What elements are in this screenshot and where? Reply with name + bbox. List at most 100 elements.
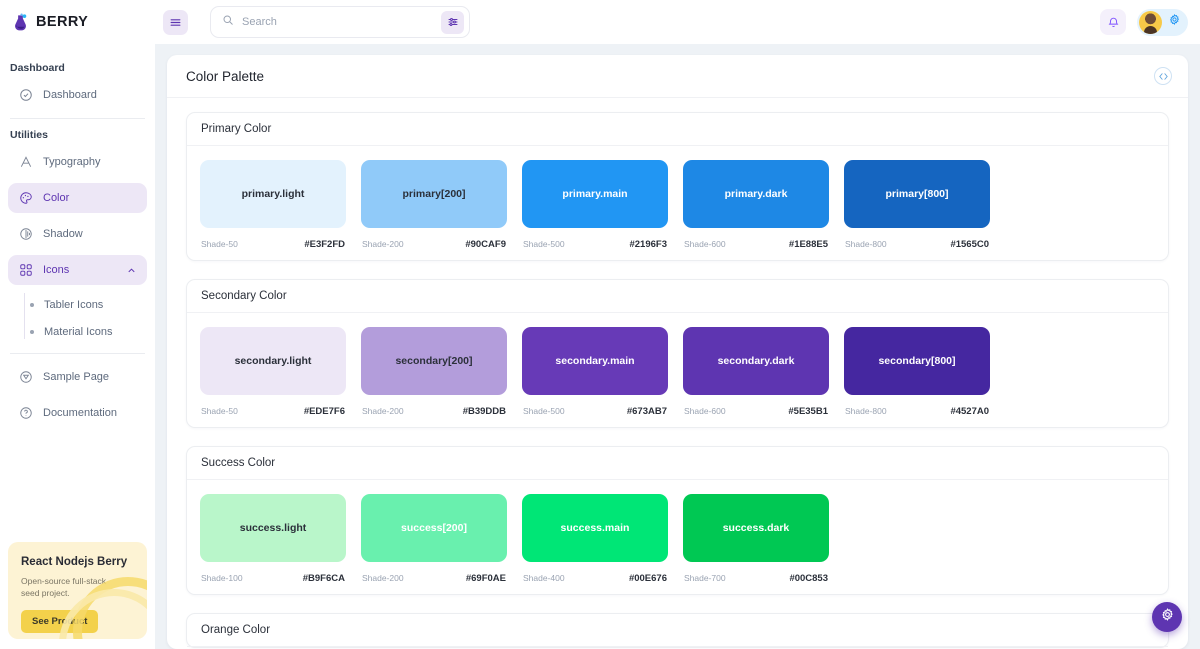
- swatch-shade-label: Shade-200: [362, 573, 404, 583]
- swatch-shade-label: Shade-800: [845, 239, 887, 249]
- chevron-up-icon[interactable]: [126, 265, 137, 276]
- swatch-hex-label: #E3F2FD: [304, 239, 345, 250]
- sidebar-item-icons[interactable]: Icons: [8, 255, 147, 285]
- swatch-item[interactable]: primary.light Shade-50 #E3F2FD: [200, 160, 346, 250]
- topbar: [155, 0, 1200, 44]
- sidebar-subitem-label: Material Icons: [44, 325, 113, 338]
- section-body: success.light Shade-100 #B9F6CA success[200…: [187, 480, 1168, 594]
- profile-chip[interactable]: [1137, 8, 1188, 36]
- swatch-item[interactable]: success[200] Shade-200 #69F0AE: [361, 494, 507, 584]
- swatch-item[interactable]: primary[800] Shade-800 #1565C0: [844, 160, 990, 250]
- swatch-color-box[interactable]: secondary.light: [200, 327, 346, 395]
- swatch-shade-label: Shade-100: [201, 573, 243, 583]
- sidebar-item-documentation[interactable]: Documentation: [8, 398, 147, 428]
- sidebar-item-label: Icons: [43, 264, 70, 276]
- nav-caption-utilities: Utilities: [10, 129, 48, 141]
- code-branch-icon[interactable]: [1154, 67, 1172, 85]
- bell-icon[interactable]: [1100, 9, 1126, 35]
- swatch-color-box[interactable]: success.light: [200, 494, 346, 562]
- sample-page-icon: [18, 370, 33, 385]
- sidebar-item-label: Shadow: [43, 228, 83, 240]
- swatch-shade-label: Shade-600: [684, 239, 726, 249]
- swatch-hex-label: #00C853: [789, 573, 828, 584]
- swatch-hex-label: #00E676: [628, 573, 667, 584]
- page-body: Primary Color primary.light Shade-50 #E3F2F…: [167, 98, 1188, 648]
- swatch-meta: Shade-400 #00E676: [522, 573, 668, 584]
- swatch-color-box[interactable]: success.main: [522, 494, 668, 562]
- swatch-color-box[interactable]: success[200]: [361, 494, 507, 562]
- swatch-meta: Shade-500 #673AB7: [522, 406, 668, 417]
- gear-icon[interactable]: [1168, 13, 1181, 31]
- swatch-hex-label: #5E35B1: [788, 406, 828, 417]
- brand-logo[interactable]: BERRY: [0, 0, 155, 44]
- sidebar-item-typography[interactable]: Typography: [8, 147, 147, 177]
- swatch-item[interactable]: secondary.dark Shade-600 #5E35B1: [683, 327, 829, 417]
- nav-divider-2: [10, 353, 145, 354]
- swatch-meta: Shade-200 #B39DDB: [361, 406, 507, 417]
- swatch-item[interactable]: secondary[200] Shade-200 #B39DDB: [361, 327, 507, 417]
- nav-divider-1: [10, 118, 145, 119]
- sidebar-item-color[interactable]: Color: [8, 183, 147, 213]
- swatch-item[interactable]: success.light Shade-100 #B9F6CA: [200, 494, 346, 584]
- filter-sliders-icon[interactable]: [441, 10, 464, 34]
- swatch-color-box[interactable]: secondary.dark: [683, 327, 829, 395]
- section-body: primary.light Shade-50 #E3F2FD primary[200]…: [187, 146, 1168, 260]
- color-section: Orange Color: [186, 613, 1169, 648]
- swatch-color-box[interactable]: primary.dark: [683, 160, 829, 228]
- sidebar-subitems-icons: Tabler Icons Material Icons: [24, 291, 147, 345]
- swatch-shade-label: Shade-600: [684, 406, 726, 416]
- swatch-color-box[interactable]: primary[200]: [361, 160, 507, 228]
- section-title: Orange Color: [187, 614, 1168, 647]
- swatch-color-box[interactable]: secondary[200]: [361, 327, 507, 395]
- sidebar-item-shadow[interactable]: Shadow: [8, 219, 147, 249]
- page-card: Color Palette Primary Color primary.light…: [167, 55, 1188, 649]
- topbar-actions: [1100, 8, 1188, 36]
- swatch-item[interactable]: success.dark Shade-700 #00C853: [683, 494, 829, 584]
- swatch-color-box[interactable]: primary.light: [200, 160, 346, 228]
- swatch-meta: Shade-800 #1565C0: [844, 239, 990, 250]
- swatch-color-box[interactable]: success.dark: [683, 494, 829, 562]
- swatch-row: primary.light Shade-50 #E3F2FD primary[200]…: [200, 160, 1155, 250]
- search-bar[interactable]: [210, 6, 470, 38]
- bullet-dot-icon: [30, 329, 34, 334]
- sidebar-subitem-tabler-icons[interactable]: Tabler Icons: [24, 291, 147, 318]
- swatch-item[interactable]: primary[200] Shade-200 #90CAF9: [361, 160, 507, 250]
- swatch-color-box[interactable]: secondary[800]: [844, 327, 990, 395]
- swatch-item[interactable]: secondary[800] Shade-800 #4527A0: [844, 327, 990, 417]
- sidebar-item-dashboard[interactable]: Dashboard: [8, 80, 147, 110]
- color-section: Secondary Color secondary.light Shade-50 #E…: [186, 279, 1169, 428]
- search-icon: [222, 13, 234, 31]
- swatch-item[interactable]: primary.main Shade-500 #2196F3: [522, 160, 668, 250]
- sidebar-nav: Dashboard Dashboard Utilities Typography: [0, 44, 155, 536]
- sidebar-item-sample-page[interactable]: Sample Page: [8, 362, 147, 392]
- swatch-shade-label: Shade-800: [845, 406, 887, 416]
- swatch-shade-label: Shade-50: [201, 406, 238, 416]
- search-input[interactable]: [242, 16, 433, 28]
- swatch-item[interactable]: success.main Shade-400 #00E676: [522, 494, 668, 584]
- sidebar: BERRY Dashboard Dashboard Utilities Typo…: [0, 0, 155, 649]
- swatch-meta: Shade-700 #00C853: [683, 573, 829, 584]
- section-title: Success Color: [187, 447, 1168, 480]
- swatch-color-box[interactable]: secondary.main: [522, 327, 668, 395]
- page-header: Color Palette: [167, 55, 1188, 98]
- section-body: secondary.light Shade-50 #EDE7F6 secondary[…: [187, 313, 1168, 427]
- swatch-item[interactable]: secondary.main Shade-500 #673AB7: [522, 327, 668, 417]
- brand-name: BERRY: [36, 14, 89, 30]
- content-scroll[interactable]: Color Palette Primary Color primary.light…: [155, 44, 1200, 649]
- promo-card: React Nodejs Berry Open-source full-stac…: [8, 542, 147, 639]
- sidebar-item-label: Sample Page: [43, 371, 110, 383]
- berry-logo-icon: [11, 13, 30, 32]
- swatch-item[interactable]: primary.dark Shade-600 #1E88E5: [683, 160, 829, 250]
- swatch-color-box[interactable]: primary.main: [522, 160, 668, 228]
- typography-icon: [18, 155, 33, 170]
- swatch-meta: Shade-600 #1E88E5: [683, 239, 829, 250]
- sidebar-subitem-material-icons[interactable]: Material Icons: [24, 318, 147, 345]
- bullet-dot-icon: [30, 302, 34, 307]
- hamburger-menu-icon[interactable]: [163, 9, 188, 35]
- settings-fab-button[interactable]: [1152, 602, 1182, 632]
- swatch-color-box[interactable]: primary[800]: [844, 160, 990, 228]
- avatar: [1139, 10, 1162, 34]
- color-section: Primary Color primary.light Shade-50 #E3F2F…: [186, 112, 1169, 261]
- swatch-meta: Shade-800 #4527A0: [844, 406, 990, 417]
- swatch-item[interactable]: secondary.light Shade-50 #EDE7F6: [200, 327, 346, 417]
